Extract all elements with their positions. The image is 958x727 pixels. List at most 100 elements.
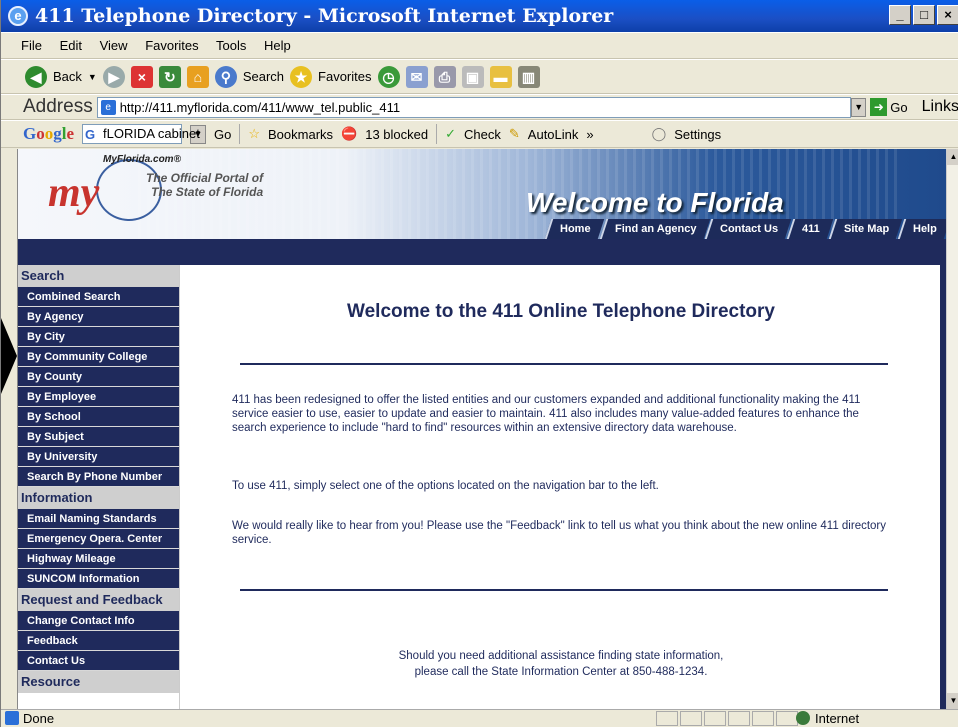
autolink-button[interactable]: AutoLink bbox=[528, 127, 579, 142]
nav-411[interactable]: 411 bbox=[786, 219, 834, 239]
research-icon[interactable]: ▥ bbox=[517, 65, 540, 88]
sidebar-header-search: Search bbox=[18, 265, 179, 287]
my-logo[interactable]: my bbox=[48, 169, 99, 217]
sidebar-item-search-by-phone[interactable]: Search By Phone Number bbox=[18, 467, 179, 487]
back-button[interactable]: Back bbox=[53, 69, 82, 84]
spellcheck-icon: ✓ bbox=[445, 126, 457, 141]
nav-site-map[interactable]: Site Map bbox=[828, 219, 903, 239]
minimize-button[interactable]: _ bbox=[889, 5, 911, 25]
zone-label: Internet bbox=[815, 711, 860, 726]
links-button[interactable]: Links bbox=[922, 98, 958, 116]
mail-icon[interactable]: ✉ bbox=[405, 65, 428, 88]
status-bar: Done Internet bbox=[1, 709, 958, 727]
nav-find-agency[interactable]: Find an Agency bbox=[599, 219, 710, 239]
folder-icon[interactable]: ▬ bbox=[489, 65, 512, 88]
sidebar-item-combined-search[interactable]: Combined Search bbox=[18, 287, 179, 307]
sidebar-item-by-city[interactable]: By City bbox=[18, 327, 179, 347]
menu-file[interactable]: File bbox=[21, 38, 42, 53]
sidebar-item-by-school[interactable]: By School bbox=[18, 407, 179, 427]
address-input[interactable]: e http://411.myflorida.com/411/www_tel.p… bbox=[96, 96, 852, 118]
address-label: Address bbox=[23, 96, 93, 117]
sidebar-item-by-agency[interactable]: By Agency bbox=[18, 307, 179, 327]
google-go-button[interactable]: Go bbox=[214, 127, 231, 142]
go-arrow-icon[interactable]: ➜ bbox=[870, 98, 888, 116]
print-icon[interactable]: ⎙ bbox=[433, 65, 456, 88]
sidebar-item-emergency-center[interactable]: Emergency Opera. Center bbox=[18, 529, 179, 549]
search-icon[interactable]: ⚲ bbox=[214, 65, 237, 88]
address-bar: Address e http://411.myflorida.com/411/w… bbox=[1, 94, 958, 120]
sidebar-header-information: Information bbox=[18, 487, 179, 509]
back-arrow-icon[interactable]: ◀ bbox=[25, 65, 47, 88]
nav-contact-us[interactable]: Contact Us bbox=[704, 219, 792, 239]
sidebar-item-by-employee[interactable]: By Employee bbox=[18, 387, 179, 407]
menu-edit[interactable]: Edit bbox=[60, 38, 82, 53]
edit-icon[interactable]: ▣ bbox=[461, 65, 484, 88]
standard-toolbar: ◀ Back ▼ ▶ × ↻ ⌂ ⚲ Search ★ Favorites ◷ … bbox=[1, 59, 958, 94]
portal-line1: The Official Portal of bbox=[146, 171, 264, 185]
nav-contact-us-label: Contact Us bbox=[720, 223, 779, 235]
sidebar-item-suncom[interactable]: SUNCOM Information bbox=[18, 569, 179, 589]
sidebar-item-highway-mileage[interactable]: Highway Mileage bbox=[18, 549, 179, 569]
myflorida-label: MyFlorida.com® bbox=[103, 154, 181, 165]
scroll-up-icon[interactable]: ▲ bbox=[947, 149, 958, 165]
status-text: Done bbox=[23, 711, 55, 726]
refresh-icon[interactable]: ↻ bbox=[158, 65, 181, 88]
blocked-counter[interactable]: 13 blocked bbox=[365, 127, 428, 142]
sidebar-item-feedback[interactable]: Feedback bbox=[18, 631, 179, 651]
menu-tools[interactable]: Tools bbox=[216, 38, 246, 53]
top-nav: Home Find an Agency Contact Us 411 Site … bbox=[544, 219, 946, 239]
menu-view[interactable]: View bbox=[100, 38, 128, 53]
sidebar-item-email-naming[interactable]: Email Naming Standards bbox=[18, 509, 179, 529]
google-g-icon: G bbox=[85, 127, 96, 142]
scroll-down-icon[interactable]: ▼ bbox=[947, 693, 958, 709]
status-cells bbox=[656, 711, 798, 726]
nav-home[interactable]: Home bbox=[544, 219, 604, 239]
menu-bar: File Edit View Favorites Tools Help bbox=[1, 32, 958, 59]
address-dropdown-icon[interactable]: ▼ bbox=[851, 97, 867, 117]
page-content: my MyFlorida.com® The Official Portal of… bbox=[17, 149, 946, 709]
back-dropdown-icon[interactable]: ▼ bbox=[88, 72, 97, 82]
separator bbox=[239, 124, 241, 144]
welcome-florida-heading: Welcome to Florida bbox=[526, 187, 784, 218]
more-button[interactable]: » bbox=[586, 127, 593, 142]
check-button[interactable]: Check bbox=[464, 127, 501, 142]
close-button[interactable]: × bbox=[937, 5, 958, 25]
nav-find-agency-label: Find an Agency bbox=[614, 223, 697, 235]
sidebar-item-by-county[interactable]: By County bbox=[18, 367, 179, 387]
nav-home-label: Home bbox=[560, 223, 591, 235]
google-search-input[interactable]: G fLORIDA cabinet bbox=[82, 124, 200, 144]
intro-paragraph: 411 has been redesigned to offer the lis… bbox=[232, 394, 861, 434]
globe-icon bbox=[796, 711, 810, 725]
menu-help[interactable]: Help bbox=[264, 38, 291, 53]
favorites-button[interactable]: Favorites bbox=[318, 69, 371, 84]
favorites-star-icon[interactable]: ★ bbox=[290, 65, 313, 88]
address-url: http://411.myflorida.com/411/www_tel.pub… bbox=[119, 99, 401, 115]
vertical-scrollbar[interactable]: ▲ ▼ bbox=[946, 149, 958, 709]
bookmarks-button[interactable]: Bookmarks bbox=[268, 127, 333, 142]
separator bbox=[436, 124, 438, 144]
settings-button[interactable]: Settings bbox=[674, 127, 721, 142]
sidebar-item-by-university[interactable]: By University bbox=[18, 447, 179, 467]
maximize-button[interactable]: □ bbox=[913, 5, 935, 25]
menu-favorites[interactable]: Favorites bbox=[145, 38, 198, 53]
browser-window: e 411 Telephone Directory - Microsoft In… bbox=[0, 0, 958, 727]
window-title: 411 Telephone Directory - Microsoft Inte… bbox=[35, 5, 614, 27]
usage-paragraph: To use 411, simply select one of the opt… bbox=[232, 480, 659, 492]
home-icon[interactable]: ⌂ bbox=[186, 65, 209, 88]
go-button[interactable]: Go bbox=[890, 100, 907, 115]
bookmark-star-icon: ☆ bbox=[248, 126, 261, 141]
nav-help[interactable]: Help bbox=[897, 219, 946, 239]
google-toolbar: Google G fLORIDA cabinet ▼ Go ☆ Bookmark… bbox=[1, 120, 958, 148]
sidebar-item-by-community-college[interactable]: By Community College bbox=[18, 347, 179, 367]
nav-site-map-label: Site Map bbox=[843, 223, 890, 235]
popup-blocker-icon: ⛔ bbox=[341, 126, 358, 141]
footer-line1: Should you need additional assistance fi… bbox=[398, 650, 724, 662]
stop-icon[interactable]: × bbox=[130, 65, 153, 88]
forward-arrow-icon[interactable]: ▶ bbox=[102, 65, 125, 88]
history-icon[interactable]: ◷ bbox=[377, 65, 400, 88]
sidebar-item-contact-us[interactable]: Contact Us bbox=[18, 651, 179, 671]
page-status-icon bbox=[5, 711, 19, 725]
sidebar-item-by-subject[interactable]: By Subject bbox=[18, 427, 179, 447]
search-button[interactable]: Search bbox=[243, 69, 284, 84]
sidebar-item-change-contact[interactable]: Change Contact Info bbox=[18, 611, 179, 631]
